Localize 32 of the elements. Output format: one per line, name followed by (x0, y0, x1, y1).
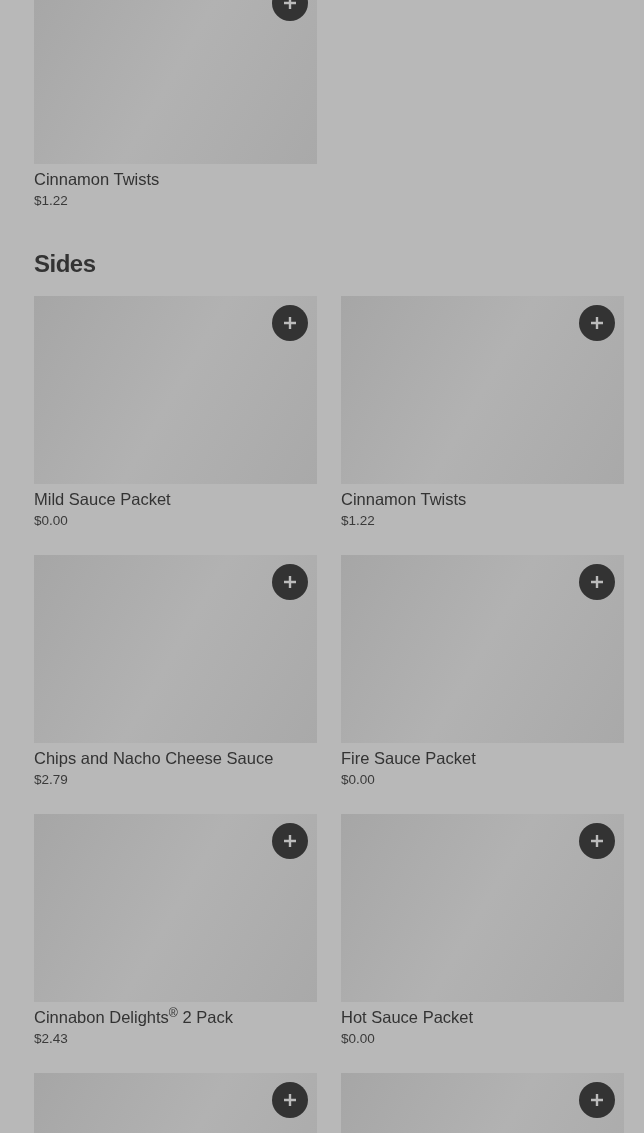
add-button[interactable] (272, 564, 308, 600)
item-name: Chips and Nacho Cheese Sauce (34, 748, 275, 769)
item-price: $0.00 (341, 1030, 376, 1048)
item-name: Mild Sauce Packet (34, 489, 172, 510)
item-name: Cinnamon Twists (34, 169, 161, 190)
item-name: Hot Sauce Packet (341, 1007, 475, 1028)
item-price: $1.22 (341, 512, 376, 530)
item-name: Cinnamon Twists (341, 489, 468, 510)
section-heading: Sides (34, 249, 97, 279)
plus-icon (591, 1094, 603, 1106)
plus-icon (284, 0, 296, 9)
item-name: Fire Sauce Packet (341, 748, 477, 769)
item-price: $0.00 (341, 771, 376, 789)
add-button[interactable] (579, 1082, 615, 1118)
add-button[interactable] (579, 305, 615, 341)
add-button[interactable] (579, 564, 615, 600)
add-button[interactable] (272, 823, 308, 859)
add-button[interactable] (579, 823, 615, 859)
add-button[interactable] (272, 1082, 308, 1118)
item-price: $0.00 (34, 512, 69, 530)
plus-icon (284, 835, 296, 847)
item-price: $2.79 (34, 771, 69, 789)
item-name: Cinnabon Delights$^{®}$ 2 Pack (34, 1006, 234, 1028)
plus-icon (284, 1094, 296, 1106)
item-price: $1.22 (34, 192, 69, 210)
add-button[interactable] (272, 305, 308, 341)
plus-icon (591, 835, 603, 847)
plus-icon (284, 576, 296, 588)
plus-icon (591, 576, 603, 588)
plus-icon (284, 317, 296, 329)
item-price: $2.43 (34, 1030, 69, 1048)
plus-icon (591, 317, 603, 329)
